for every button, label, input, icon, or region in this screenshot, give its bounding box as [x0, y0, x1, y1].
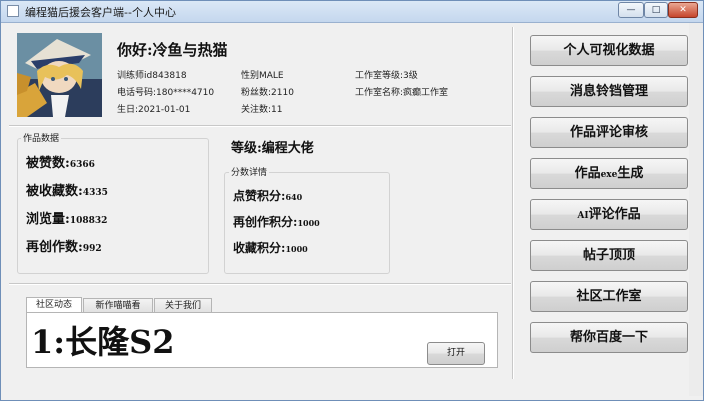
community-studio-button[interactable]: 社区工作室	[530, 281, 688, 312]
favorite-score-stat: 收藏积分:1000	[233, 237, 308, 256]
profile-separator	[9, 125, 511, 127]
recreations-label: 再创作数:	[26, 240, 83, 255]
stats-separator	[9, 283, 511, 285]
open-button[interactable]: 打开	[427, 342, 485, 365]
like-score-label: 点赞积分:	[233, 189, 286, 203]
ai-suffix: 评论作品	[588, 207, 641, 222]
baidu-search-button[interactable]: 帮你百度一下	[530, 322, 688, 353]
fans-count: 粉丝数:2110	[241, 88, 294, 98]
favorites-value: 4335	[82, 188, 108, 198]
avatar	[17, 33, 102, 117]
maximize-button[interactable]: □	[644, 2, 668, 18]
pin-post-button[interactable]: 帖子顶顶	[530, 240, 688, 271]
studio-name: 工作室名称:疯癫工作室	[355, 88, 449, 98]
views-stat: 浏览量:108832	[26, 208, 107, 227]
notification-management-button[interactable]: 消息铃铛管理	[530, 76, 688, 107]
title-bar: 编程猫后援会客户端--个人中心 — □ ✕	[1, 1, 703, 23]
phone-number: 电话号码:180****4710	[117, 88, 215, 98]
like-score-value: 640	[285, 192, 303, 202]
exe-small: exe	[600, 170, 618, 180]
tab-community-news[interactable]: 社区动态	[26, 297, 82, 313]
app-window: 编程猫后援会客户端--个人中心 — □ ✕ 你好:冷鱼与热猫 训练师id8438…	[0, 0, 704, 401]
following-count: 关注数:11	[241, 105, 283, 115]
avatar-image	[17, 33, 102, 117]
window-title: 编程猫后援会客户端--个人中心	[25, 6, 176, 19]
recreate-score-label: 再创作积分:	[233, 215, 298, 229]
likes-label: 被赞数:	[26, 156, 70, 171]
favorites-stat: 被收藏数:4335	[26, 180, 108, 199]
likes-value: 6366	[69, 160, 95, 170]
views-label: 浏览量:	[26, 212, 70, 227]
like-score-stat: 点赞积分:640	[233, 185, 302, 204]
side-divider	[512, 27, 514, 379]
client-area: 你好:冷鱼与热猫 训练师id843818 性别MALE 工作室等级:3级 电话号…	[9, 23, 697, 396]
favorite-score-label: 收藏积分:	[233, 241, 286, 255]
recreate-score-value: 1000	[297, 218, 320, 228]
app-icon	[7, 5, 19, 17]
views-value: 108832	[69, 216, 108, 226]
works-data-title: 作品数据	[21, 131, 62, 144]
tab-new-works[interactable]: 新作喵喵看	[83, 298, 153, 313]
minimize-button[interactable]: —	[618, 2, 644, 18]
score-details-title: 分数详情	[229, 165, 270, 178]
ai-comment-button[interactable]: AI评论作品	[530, 199, 688, 230]
community-news-text: 1:长隆S2	[31, 323, 175, 361]
tab-about-us[interactable]: 关于我们	[154, 298, 212, 313]
exe-generate-button[interactable]: 作品exe生成	[530, 158, 688, 189]
comment-review-button[interactable]: 作品评论审核	[530, 117, 688, 148]
favorites-label: 被收藏数:	[26, 184, 83, 199]
trainer-id: 训练师id843818	[117, 71, 187, 81]
visual-data-button[interactable]: 个人可视化数据	[530, 35, 688, 66]
close-button[interactable]: ✕	[668, 2, 698, 18]
likes-stat: 被赞数:6366	[26, 152, 95, 171]
exe-prefix: 作品	[574, 166, 601, 181]
exe-suffix: 生成	[617, 166, 644, 181]
level-text: 等级:编程大佬	[231, 141, 314, 156]
recreations-stat: 再创作数:992	[26, 236, 102, 255]
birthday: 生日:2021-01-01	[117, 105, 191, 115]
ai-small: AI	[577, 211, 589, 221]
favorite-score-value: 1000	[285, 244, 308, 254]
right-scrollbar[interactable]	[689, 23, 703, 396]
studio-level: 工作室等级:3级	[355, 71, 418, 81]
greeting: 你好:冷鱼与热猫	[117, 41, 228, 59]
recreate-score-stat: 再创作积分:1000	[233, 211, 320, 230]
gender: 性别MALE	[241, 71, 284, 81]
recreations-value: 992	[82, 244, 102, 254]
